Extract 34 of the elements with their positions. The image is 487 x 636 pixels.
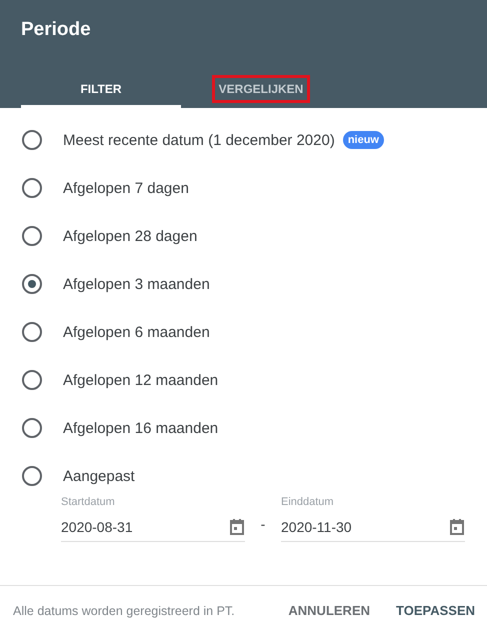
option-label[interactable]: Afgelopen 6 maanden — [63, 324, 210, 340]
option-label[interactable]: Meest recente datum (1 december 2020) — [63, 132, 335, 148]
highlight-frame: VERGELIJKEN — [212, 74, 310, 102]
tab[interactable]: FILTER — [21, 72, 181, 108]
start-date-field[interactable]: Startdatum 2020-08-31 — [61, 496, 245, 542]
dialog-title: Periode — [20, 18, 92, 42]
field-label: Einddatum — [281, 496, 335, 508]
tab[interactable]: VERGELIJKEN — [181, 72, 341, 108]
cancel-button[interactable]: ANNULEREN — [286, 595, 372, 626]
option-label[interactable]: Afgelopen 12 maanden — [63, 372, 218, 388]
option-label[interactable]: Afgelopen 28 dagen — [63, 228, 198, 244]
radio-button[interactable] — [22, 322, 42, 342]
field-label: Startdatum — [61, 496, 116, 508]
radio-button[interactable] — [22, 178, 42, 198]
calendar-icon[interactable] — [449, 518, 465, 535]
date-value: 2020-08-31 — [61, 518, 133, 534]
option-label[interactable]: Afgelopen 3 maanden — [63, 276, 210, 292]
new-badge: nieuw — [342, 131, 384, 149]
radio-button[interactable] — [22, 274, 42, 294]
radio-button[interactable] — [22, 370, 42, 390]
radio-button[interactable] — [22, 418, 42, 438]
tab-label: FILTER — [79, 80, 123, 98]
date-value: 2020-11-30 — [281, 518, 352, 534]
option-label[interactable]: Afgelopen 16 maanden — [63, 420, 218, 436]
timezone-note: Alle datums worden geregistreerd in PT. — [13, 604, 236, 618]
option-label[interactable]: Aangepast — [63, 468, 135, 484]
option-label[interactable]: Afgelopen 7 dagen — [63, 180, 189, 196]
radio-button[interactable] — [22, 226, 42, 246]
end-date-field[interactable]: Einddatum 2020-11-30 — [281, 496, 465, 542]
range-separator: - — [260, 516, 266, 534]
radio-button[interactable] — [22, 130, 42, 150]
apply-button[interactable]: TOEPASSEN — [394, 595, 477, 626]
calendar-icon[interactable] — [229, 518, 245, 535]
radio-button[interactable] — [22, 466, 42, 486]
